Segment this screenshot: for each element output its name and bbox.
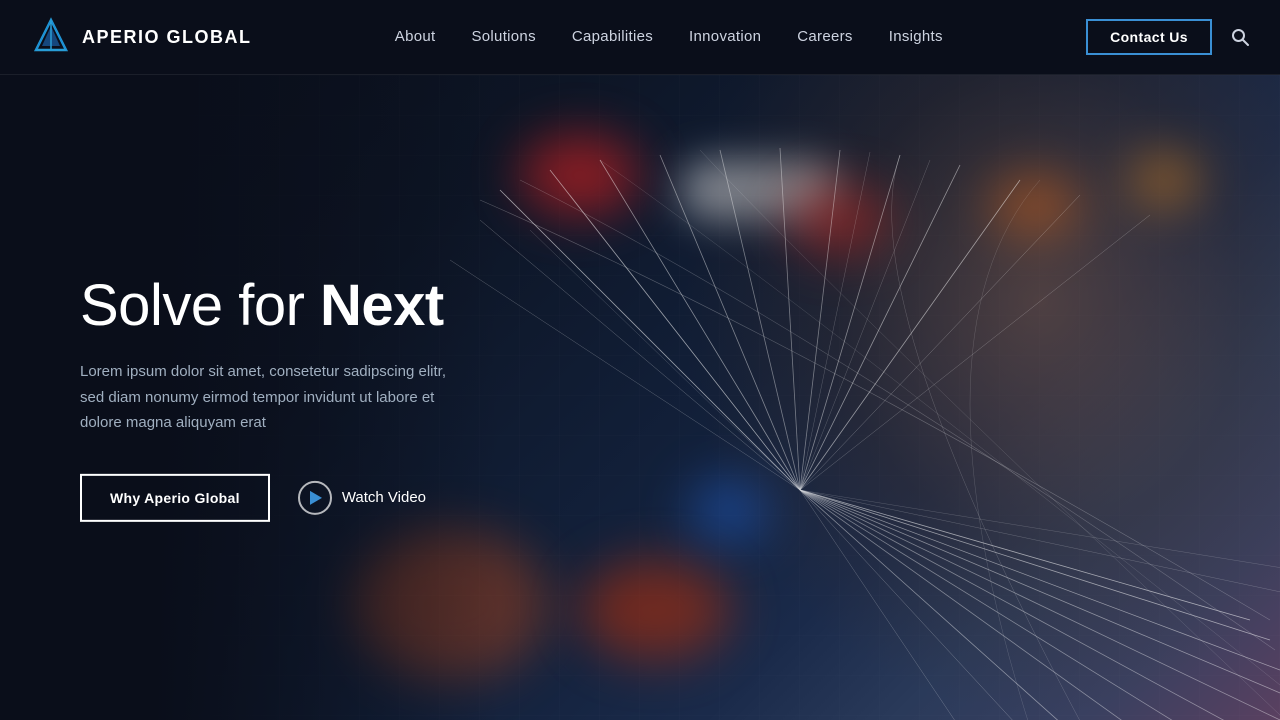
nav-right: Contact Us <box>1086 19 1250 55</box>
nav-links: About Solutions Capabilities Innovation … <box>395 28 943 46</box>
nav-innovation[interactable]: Innovation <box>689 28 761 45</box>
hero-content: Solve for Next Lorem ipsum dolor sit ame… <box>80 273 460 521</box>
search-button[interactable] <box>1230 27 1250 47</box>
nav-careers[interactable]: Careers <box>797 28 852 45</box>
brand-name: APERIO GLOBAL <box>82 27 252 48</box>
hero-buttons: Why Aperio Global Watch Video <box>80 474 460 522</box>
nav-insights[interactable]: Insights <box>889 28 943 45</box>
why-aperio-button[interactable]: Why Aperio Global <box>80 474 270 522</box>
search-icon <box>1230 27 1250 47</box>
hero-title: Solve for Next <box>80 273 460 337</box>
contact-button[interactable]: Contact Us <box>1086 19 1212 55</box>
hero-subtitle: Lorem ipsum dolor sit amet, consetetur s… <box>80 359 460 436</box>
logo-icon <box>30 16 72 58</box>
nav-solutions[interactable]: Solutions <box>471 28 535 45</box>
watch-video-label: Watch Video <box>342 489 426 506</box>
navbar: APERIO GLOBAL About Solutions Capabiliti… <box>0 0 1280 75</box>
wave-lines <box>400 140 1280 720</box>
play-triangle <box>310 491 322 505</box>
watch-video-button[interactable]: Watch Video <box>298 481 426 515</box>
nav-capabilities[interactable]: Capabilities <box>572 28 653 45</box>
hero-section: Solve for Next Lorem ipsum dolor sit ame… <box>0 75 1280 720</box>
play-icon <box>298 481 332 515</box>
logo-link[interactable]: APERIO GLOBAL <box>30 16 252 58</box>
nav-about[interactable]: About <box>395 28 436 45</box>
